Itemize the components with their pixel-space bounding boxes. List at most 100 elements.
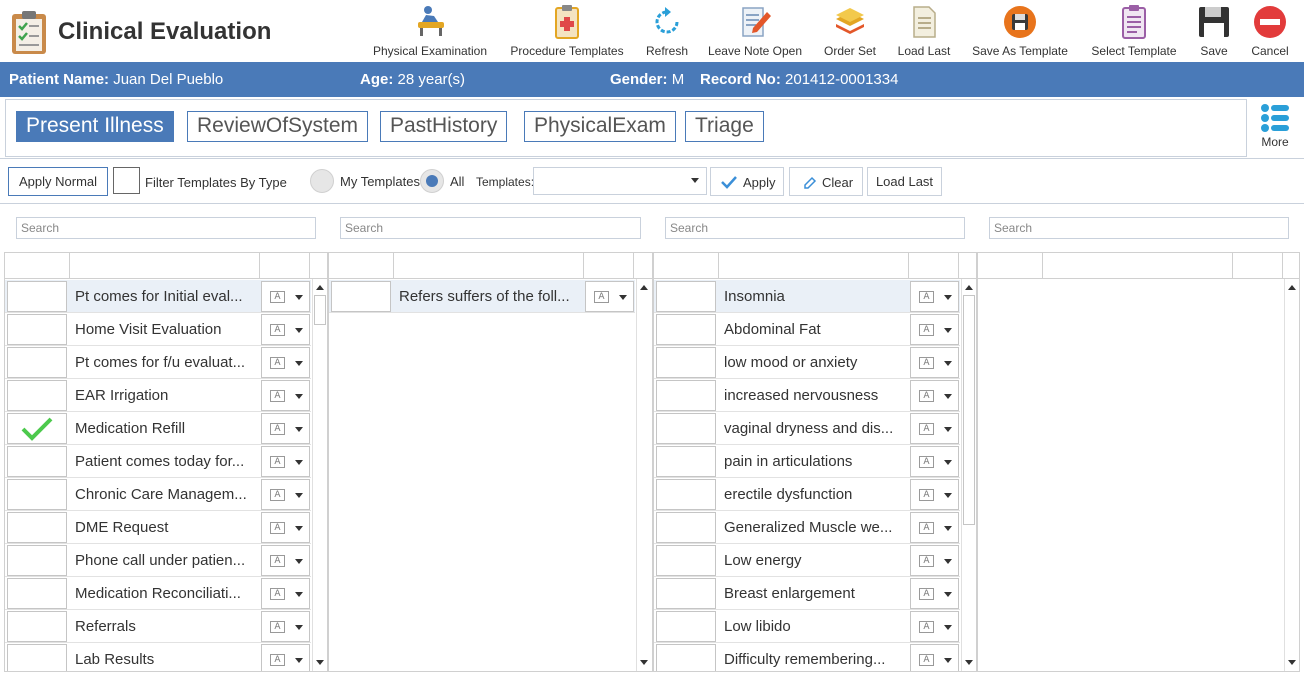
scroll-thumb[interactable]	[963, 295, 975, 525]
text-format-dropdown[interactable]: A	[261, 578, 310, 609]
text-format-dropdown[interactable]: A	[261, 479, 310, 510]
cancel-button[interactable]: Cancel	[1248, 4, 1292, 60]
row-checkbox[interactable]	[7, 446, 67, 477]
table-row[interactable]: DME Request A	[5, 511, 311, 544]
row-checkbox[interactable]	[7, 347, 67, 378]
save-button[interactable]: Save	[1194, 4, 1234, 60]
text-format-dropdown[interactable]: A	[261, 611, 310, 642]
text-format-dropdown[interactable]: A	[910, 545, 959, 576]
table-row[interactable]: erectile dysfunction A	[654, 478, 960, 511]
text-format-dropdown[interactable]: A	[910, 479, 959, 510]
load-last-button[interactable]: Load Last	[867, 167, 942, 196]
save-as-template-button[interactable]: Save As Template	[970, 4, 1070, 60]
text-format-dropdown[interactable]: A	[910, 644, 959, 671]
scroll-down-icon[interactable]	[640, 660, 648, 665]
table-row[interactable]: Refers suffers of the foll... A	[329, 280, 635, 313]
text-format-dropdown[interactable]: A	[910, 347, 959, 378]
row-checkbox[interactable]	[7, 578, 67, 609]
row-checkbox[interactable]	[656, 578, 716, 609]
text-format-dropdown[interactable]: A	[261, 314, 310, 345]
text-format-dropdown[interactable]: A	[261, 281, 310, 312]
table-row[interactable]: Insomnia A	[654, 280, 960, 313]
row-checkbox[interactable]	[7, 281, 67, 312]
table-row[interactable]: Low energy A	[654, 544, 960, 577]
table-row[interactable]: Lab Results A	[5, 643, 311, 671]
order-set-button[interactable]: Order Set	[822, 4, 878, 60]
text-format-dropdown[interactable]: A	[261, 644, 310, 671]
select-template-button[interactable]: Select Template	[1088, 4, 1180, 60]
row-checkbox[interactable]	[656, 446, 716, 477]
search-input-subtemplate[interactable]	[340, 217, 641, 239]
table-row[interactable]: Medication Refill A	[5, 412, 311, 445]
table-row[interactable]: Breast enlargement A	[654, 577, 960, 610]
text-format-dropdown[interactable]: A	[910, 314, 959, 345]
refresh-button[interactable]: Refresh	[644, 4, 690, 60]
tab-physical-exam[interactable]: PhysicalExam	[524, 111, 676, 142]
apply-normal-button[interactable]: Apply Normal	[8, 167, 108, 196]
scroll-up-icon[interactable]	[1288, 285, 1296, 290]
search-input-details[interactable]	[989, 217, 1289, 239]
row-checkbox[interactable]	[7, 314, 67, 345]
row-checkbox[interactable]	[7, 545, 67, 576]
row-checkbox[interactable]	[7, 413, 67, 444]
text-format-dropdown[interactable]: A	[585, 281, 634, 312]
row-checkbox[interactable]	[331, 281, 391, 312]
text-format-dropdown[interactable]: A	[910, 281, 959, 312]
table-row[interactable]: EAR Irrigation A	[5, 379, 311, 412]
row-checkbox[interactable]	[7, 611, 67, 642]
text-format-dropdown[interactable]: A	[910, 380, 959, 411]
tab-past-history[interactable]: PastHistory	[380, 111, 508, 142]
table-row[interactable]: Phone call under patien... A	[5, 544, 311, 577]
row-checkbox[interactable]	[656, 281, 716, 312]
scroll-up-icon[interactable]	[316, 285, 324, 290]
row-checkbox[interactable]	[656, 347, 716, 378]
table-row[interactable]: Low libido A	[654, 610, 960, 643]
procedure-templates-button[interactable]: Procedure Templates	[508, 4, 626, 60]
search-input-present-illness[interactable]	[16, 217, 316, 239]
text-format-dropdown[interactable]: A	[910, 512, 959, 543]
table-row[interactable]: Difficulty remembering... A	[654, 643, 960, 671]
physical-examination-button[interactable]: Physical Examination	[372, 4, 488, 60]
text-format-dropdown[interactable]: A	[910, 611, 959, 642]
row-checkbox[interactable]	[656, 314, 716, 345]
scroll-down-icon[interactable]	[316, 660, 324, 665]
table-row[interactable]: Patient comes today for... A	[5, 445, 311, 478]
table-row[interactable]: Pt comes for Initial eval... A	[5, 280, 311, 313]
row-checkbox[interactable]	[656, 413, 716, 444]
text-format-dropdown[interactable]: A	[261, 512, 310, 543]
scrollbar[interactable]	[312, 279, 327, 671]
tab-triage[interactable]: Triage	[685, 111, 764, 142]
tab-present-illness[interactable]: Present Illness	[16, 111, 174, 142]
table-row[interactable]: pain in articulations A	[654, 445, 960, 478]
table-row[interactable]: Pt comes for f/u evaluat... A	[5, 346, 311, 379]
text-format-dropdown[interactable]: A	[261, 380, 310, 411]
table-row[interactable]: Abdominal Fat A	[654, 313, 960, 346]
row-checkbox[interactable]	[7, 479, 67, 510]
table-row[interactable]: increased nervousness A	[654, 379, 960, 412]
table-row[interactable]: Home Visit Evaluation A	[5, 313, 311, 346]
scrollbar[interactable]	[1284, 279, 1299, 671]
scrollbar[interactable]	[961, 279, 976, 671]
load-last-toolbar-button[interactable]: Load Last	[896, 4, 952, 60]
search-input-symptoms[interactable]	[665, 217, 965, 239]
templates-select[interactable]	[533, 167, 707, 195]
text-format-dropdown[interactable]: A	[261, 545, 310, 576]
scroll-down-icon[interactable]	[965, 660, 973, 665]
text-format-dropdown[interactable]: A	[261, 446, 310, 477]
leave-note-open-button[interactable]: Leave Note Open	[706, 4, 804, 60]
text-format-dropdown[interactable]: A	[910, 578, 959, 609]
scroll-up-icon[interactable]	[965, 285, 973, 290]
more-button[interactable]: More	[1252, 101, 1298, 155]
my-templates-radio[interactable]	[310, 169, 334, 193]
row-checkbox[interactable]	[7, 644, 67, 671]
row-checkbox[interactable]	[7, 512, 67, 543]
row-checkbox[interactable]	[656, 545, 716, 576]
row-checkbox[interactable]	[656, 644, 716, 671]
row-checkbox[interactable]	[656, 380, 716, 411]
text-format-dropdown[interactable]: A	[261, 347, 310, 378]
table-row[interactable]: Medication Reconciliati... A	[5, 577, 311, 610]
apply-button[interactable]: Apply	[710, 167, 784, 196]
all-radio[interactable]	[420, 169, 444, 193]
row-checkbox[interactable]	[656, 479, 716, 510]
table-row[interactable]: Chronic Care Managem... A	[5, 478, 311, 511]
